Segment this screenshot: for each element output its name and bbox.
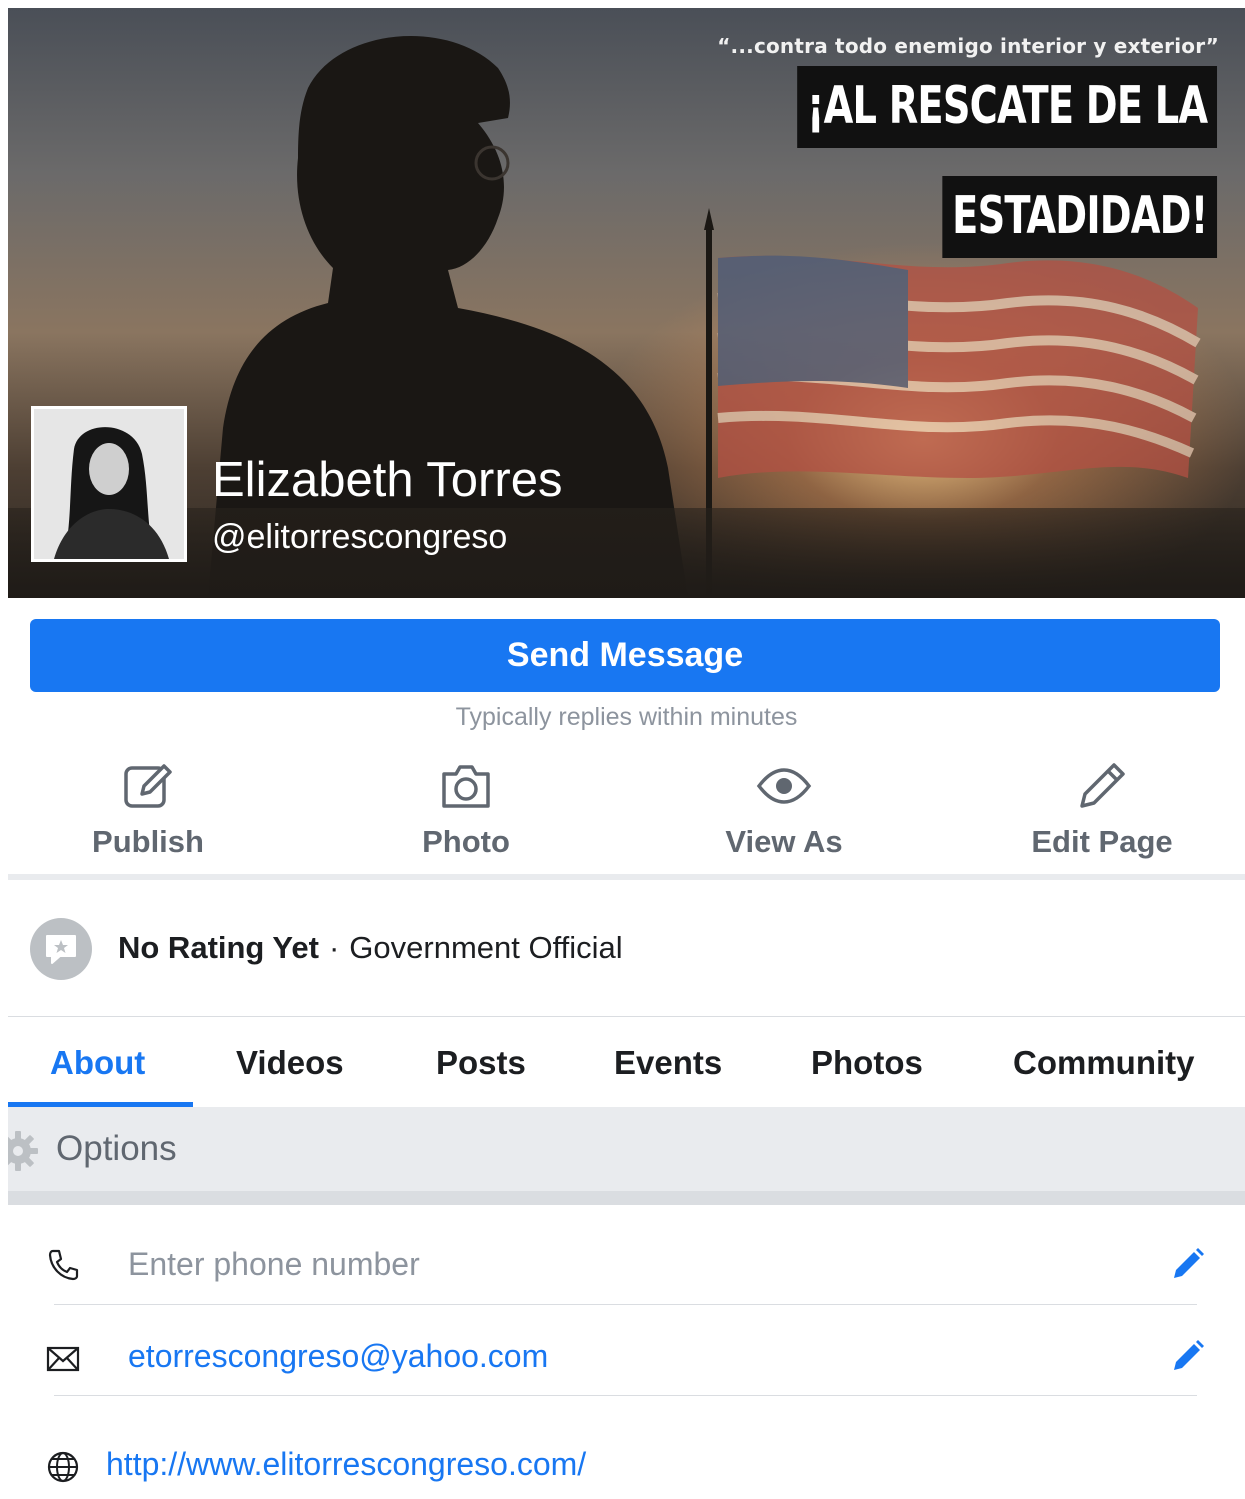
tab-community[interactable]: Community xyxy=(1013,1044,1195,1082)
page-category: Government Official xyxy=(349,930,623,965)
cover-quote: “...contra todo enemigo interior y exter… xyxy=(717,34,1219,58)
page-name: Elizabeth Torres xyxy=(212,453,563,507)
view-as-label: View As xyxy=(725,824,843,859)
page-frame: “...contra todo enemigo interior y exter… xyxy=(8,8,1245,1499)
page-actions-row: Publish Photo View As Edit Page xyxy=(8,758,1245,878)
email-link[interactable]: etorrescongreso@yahoo.com xyxy=(128,1338,548,1375)
options-label: Options xyxy=(56,1129,177,1168)
cover-ground xyxy=(8,508,1245,598)
email-divider xyxy=(54,1395,1197,1396)
phone-row[interactable]: Enter phone number xyxy=(8,1220,1245,1310)
eye-icon xyxy=(756,768,812,804)
publish-action[interactable]: Publish xyxy=(8,758,298,878)
rating-divider xyxy=(8,1016,1245,1017)
flag-graphic xyxy=(717,255,1201,478)
response-time-note: Typically replies within minutes xyxy=(455,703,798,731)
edit-email-icon[interactable] xyxy=(1170,1338,1206,1374)
phone-icon xyxy=(48,1249,79,1281)
website-row[interactable]: http://www.elitorrescongreso.com/ xyxy=(8,1420,1245,1499)
rating-status: No Rating Yet xyxy=(118,930,319,965)
photo-action[interactable]: Photo xyxy=(316,758,616,878)
publish-label: Publish xyxy=(92,824,204,859)
tab-posts[interactable]: Posts xyxy=(436,1044,526,1082)
edit-phone-icon[interactable] xyxy=(1170,1246,1206,1282)
gear-icon xyxy=(8,1131,38,1171)
page-handle: @elitorrescongreso xyxy=(212,518,508,556)
tab-events[interactable]: Events xyxy=(614,1044,722,1082)
tab-videos[interactable]: Videos xyxy=(236,1044,344,1082)
cover-photo[interactable]: “...contra todo enemigo interior y exter… xyxy=(8,8,1245,598)
rating-icon xyxy=(30,918,92,980)
globe-icon xyxy=(47,1451,79,1483)
email-row[interactable]: etorrescongreso@yahoo.com xyxy=(8,1312,1245,1402)
tab-photos[interactable]: Photos xyxy=(811,1044,923,1082)
options-row[interactable]: Options xyxy=(8,1107,1245,1191)
page-tabs: About Videos Posts Events Photos Communi… xyxy=(8,1020,1245,1106)
send-message-button[interactable]: Send Message xyxy=(30,619,1220,692)
phone-input[interactable]: Enter phone number xyxy=(128,1246,420,1283)
cover-banner-line2: ESTADIDAD! xyxy=(942,176,1217,258)
profile-avatar[interactable] xyxy=(31,406,187,562)
tab-about[interactable]: About xyxy=(50,1044,145,1082)
section-divider xyxy=(8,874,1245,880)
edit-page-label: Edit Page xyxy=(1031,824,1173,859)
pencil-icon xyxy=(1080,763,1125,808)
website-link[interactable]: http://www.elitorrescongreso.com/ xyxy=(106,1446,586,1483)
options-gap xyxy=(8,1191,1245,1205)
compose-icon xyxy=(124,764,172,808)
view-as-action[interactable]: View As xyxy=(634,758,934,878)
rating-separator: · xyxy=(328,930,340,965)
cover-banner-line1: ¡AL RESCATE DE LA xyxy=(797,66,1217,148)
camera-icon xyxy=(442,765,490,808)
review-bubble-icon xyxy=(46,935,76,964)
mail-icon xyxy=(46,1346,80,1372)
edit-page-action[interactable]: Edit Page xyxy=(952,758,1245,878)
photo-label: Photo xyxy=(422,824,510,859)
phone-divider xyxy=(54,1304,1197,1305)
avatar-portrait xyxy=(34,409,184,559)
rating-summary: No Rating Yet · Government Official xyxy=(118,930,623,966)
